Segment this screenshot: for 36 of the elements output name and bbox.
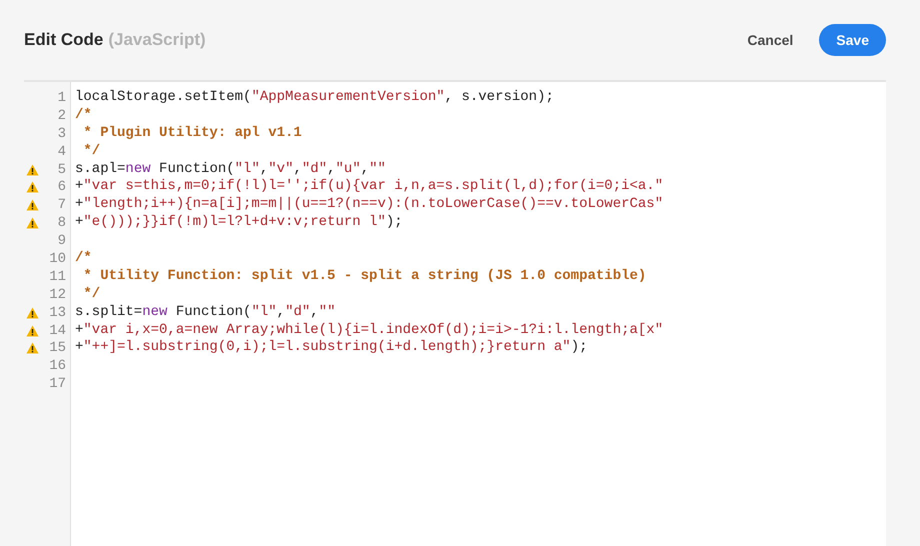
line-number: 7	[58, 197, 67, 214]
line-number: 6	[58, 179, 67, 196]
language-label: (JavaScript)	[108, 30, 206, 50]
line-number: 5	[58, 162, 67, 178]
line-number: 10	[49, 250, 67, 267]
code-line: +"++]=l.substring(0,i);l=l.substring(i+d.length);}return a");	[74, 339, 588, 358]
line-number: 13	[49, 304, 67, 321]
line-number: 11	[49, 268, 67, 285]
line-number: 12	[49, 286, 67, 303]
code-line: * Utility Function: split v1.5 - split a string (JS 1.0 compatible)	[82, 268, 648, 286]
code-line: /*	[74, 250, 93, 268]
line-number: 15	[49, 340, 67, 356]
line-number: 16	[49, 358, 67, 374]
code-line: localStorage.setItem("AppMeasurementVersion", s.version);	[74, 89, 555, 107]
line-number: 8	[58, 215, 67, 232]
cancel-button[interactable]: Cancel	[739, 26, 802, 54]
code-line: */	[82, 286, 102, 304]
code-line: s.apl=new Function("l","v","d","u",""	[74, 160, 387, 178]
code-line: s.split=new Function("l","d",""	[74, 304, 337, 322]
save-button[interactable]: Save	[819, 24, 886, 56]
code-line: +"var s=this,m=0;if(!l)l='';if(u){var i,n,a=s.split(l,d);for(i=0;i<a."	[74, 178, 664, 196]
code-editor[interactable]	[70, 82, 886, 546]
line-number: 1	[58, 90, 67, 106]
dialog-title: Edit Code	[24, 30, 104, 50]
line-number: 4	[58, 144, 67, 160]
line-number: 14	[49, 322, 67, 339]
code-line: /*	[74, 106, 93, 125]
line-number: 17	[49, 376, 67, 392]
code-line: * Plugin Utility: apl v1.1	[82, 124, 303, 143]
line-number: 9	[58, 233, 67, 250]
code-line: +"length;i++){n=a[i];m=m||(u==1?(n==v):(n.toLowerCase()==v.toLowerCas"	[74, 196, 664, 214]
line-number: 3	[58, 126, 67, 142]
code-line: */	[82, 142, 102, 161]
code-line: +"var i,x=0,a=new Array;while(l){i=l.indexOf(d);i=i>-1?i:l.length;a[x"	[74, 322, 664, 340]
code-line: +"e()));}}if(!m)l=l?l+d+v:v;return l");	[74, 214, 404, 232]
line-number: 2	[58, 108, 67, 124]
